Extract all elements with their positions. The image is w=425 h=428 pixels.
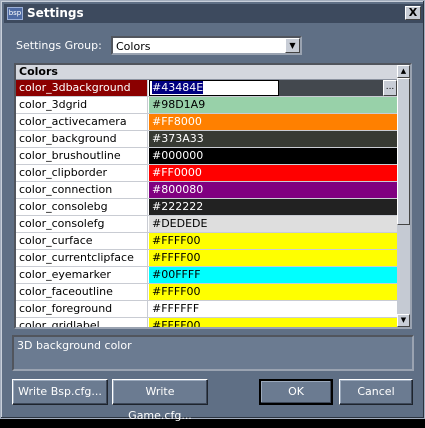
property-value[interactable]: #800080 — [149, 182, 397, 198]
color-picker-button[interactable]: ... — [383, 80, 397, 96]
property-name[interactable]: color_faceoutline — [16, 284, 148, 300]
property-name[interactable]: color_3dgrid — [16, 97, 148, 113]
color-swatch — [279, 80, 383, 96]
property-value[interactable]: #98D1A9 — [149, 97, 397, 113]
property-value[interactable]: #FFFF00 — [149, 284, 397, 300]
property-value[interactable]: #FF8000 — [149, 114, 397, 130]
vertical-scrollbar[interactable]: ▲ ▼ — [397, 65, 410, 327]
property-description: 3D background color — [12, 335, 414, 371]
grid-category-header[interactable]: Colors — [16, 65, 397, 80]
grid-rows: color_3dbackground #43484E... color_3dgrid… — [16, 80, 397, 327]
property-value-input[interactable]: #43484E — [149, 80, 279, 96]
property-value[interactable]: #FFFFFF — [149, 301, 397, 317]
property-value[interactable]: #FFFF00 — [149, 233, 397, 249]
table-row[interactable]: color_consolefg #DEDEDE — [16, 216, 397, 233]
property-name[interactable]: color_consolefg — [16, 216, 148, 232]
table-row[interactable]: color_eyemarker #00FFFF — [16, 267, 397, 284]
property-name[interactable]: color_currentclipface — [16, 250, 148, 266]
property-name[interactable]: color_activecamera — [16, 114, 148, 130]
table-row[interactable]: color_faceoutline #FFFF00 — [16, 284, 397, 301]
table-row[interactable]: color_gridlabel #FFFF00 — [16, 318, 397, 327]
property-name[interactable]: color_3dbackground — [16, 80, 148, 96]
property-name[interactable]: color_eyemarker — [16, 267, 148, 283]
scroll-down-icon[interactable]: ▼ — [397, 314, 410, 327]
table-row[interactable]: color_brushoutline #000000 — [16, 148, 397, 165]
property-grid: Colors color_3dbackground #43484E... color… — [14, 63, 412, 329]
settings-group-value: Colors — [116, 40, 151, 53]
table-row[interactable]: color_3dbackground #43484E... — [16, 80, 397, 97]
table-row[interactable]: color_clipborder #FF0000 — [16, 165, 397, 182]
app-icon: bsp — [7, 7, 23, 20]
settings-group-label: Settings Group: — [16, 39, 102, 52]
property-name[interactable]: color_clipborder — [16, 165, 148, 181]
write-bsp-cfg-button[interactable]: Write Bsp.cfg... — [12, 379, 108, 405]
property-name[interactable]: color_curface — [16, 233, 148, 249]
property-name[interactable]: color_gridlabel — [16, 318, 148, 327]
table-row[interactable]: color_consolebg #222222 — [16, 199, 397, 216]
property-value[interactable]: #373A33 — [149, 131, 397, 147]
table-row[interactable]: color_foreground #FFFFFF — [16, 301, 397, 318]
property-name[interactable]: color_background — [16, 131, 148, 147]
property-value[interactable]: #FFFF00 — [149, 318, 397, 327]
table-row[interactable]: color_curface #FFFF00 — [16, 233, 397, 250]
table-row[interactable]: color_currentclipface #FFFF00 — [16, 250, 397, 267]
ok-button[interactable]: OK — [259, 379, 333, 405]
scroll-up-icon[interactable]: ▲ — [397, 65, 410, 78]
property-name[interactable]: color_connection — [16, 182, 148, 198]
property-value[interactable]: #FF0000 — [149, 165, 397, 181]
property-value[interactable]: #00FFFF — [149, 267, 397, 283]
selected-text: #43484E — [152, 81, 204, 94]
property-value[interactable]: #222222 — [149, 199, 397, 215]
settings-group-select[interactable]: Colors ▼ — [111, 36, 302, 55]
table-row[interactable]: color_3dgrid #98D1A9 — [16, 97, 397, 114]
property-value[interactable]: #DEDEDE — [149, 216, 397, 232]
title-bar[interactable]: bsp Settings X — [4, 4, 423, 23]
table-row[interactable]: color_background #373A33 — [16, 131, 397, 148]
table-row[interactable]: color_activecamera #FF8000 — [16, 114, 397, 131]
chevron-down-icon[interactable]: ▼ — [285, 38, 300, 53]
write-game-cfg-button[interactable]: Write Game.cfg... — [112, 379, 208, 422]
property-value[interactable]: #FFFF00 — [149, 250, 397, 266]
close-button[interactable]: X — [405, 6, 421, 20]
property-name[interactable]: color_brushoutline — [16, 148, 148, 164]
scroll-thumb[interactable] — [397, 78, 410, 225]
property-name[interactable]: color_foreground — [16, 301, 148, 317]
table-row[interactable]: color_connection #800080 — [16, 182, 397, 199]
property-value[interactable]: #000000 — [149, 148, 397, 164]
settings-window: bsp Settings X Settings Group: Colors ▼ … — [0, 0, 425, 422]
cancel-button[interactable]: Cancel — [339, 379, 413, 405]
property-name[interactable]: color_consolebg — [16, 199, 148, 215]
window-title: Settings — [27, 6, 84, 20]
